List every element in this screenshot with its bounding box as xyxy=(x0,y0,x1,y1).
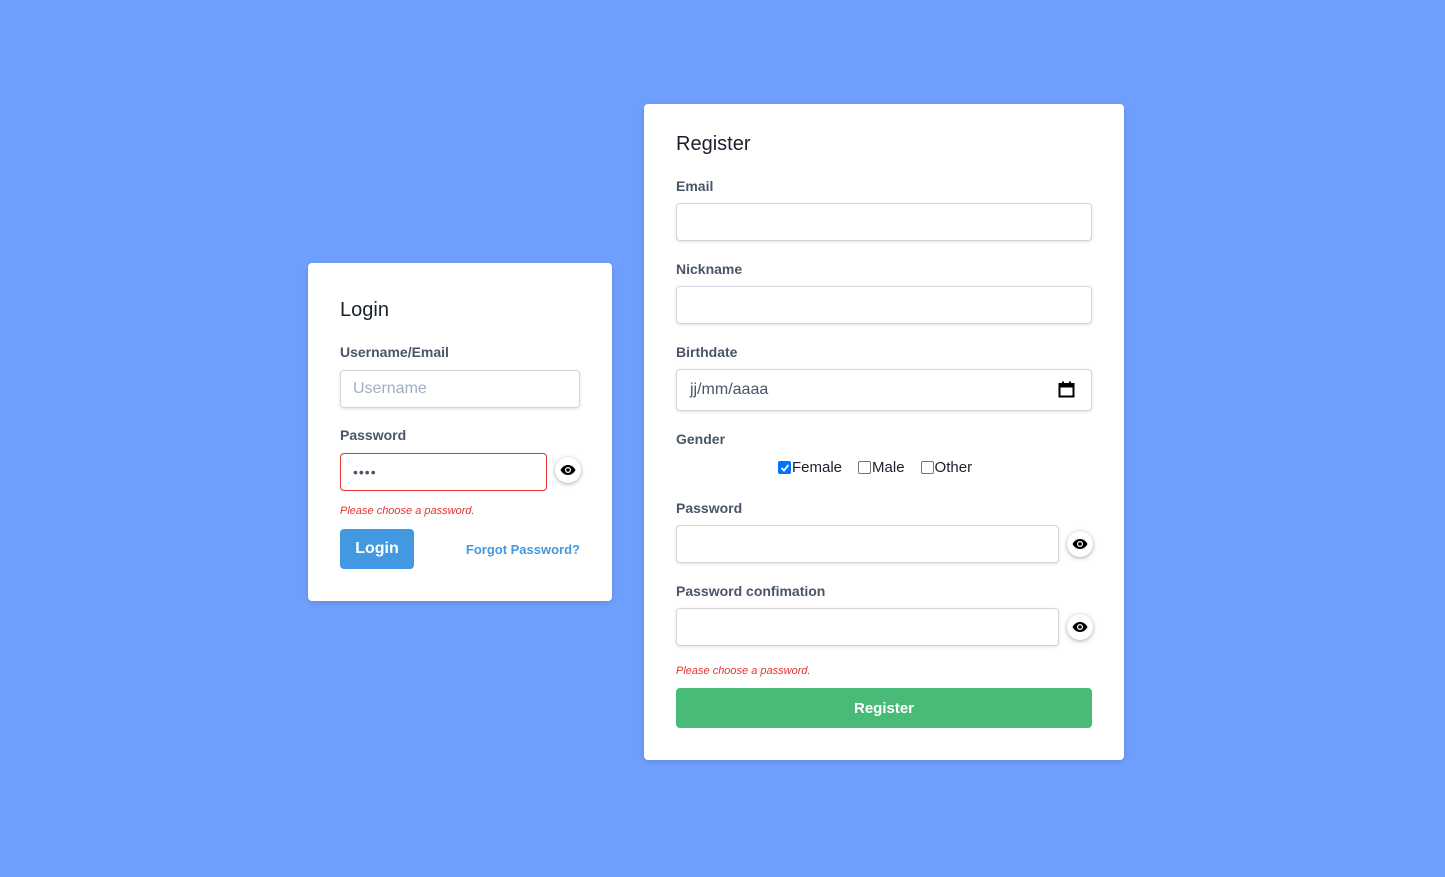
gender-label: Gender xyxy=(676,431,726,447)
birthdate-placeholder: jj/mm/aaaa xyxy=(690,381,769,398)
register-button[interactable]: Register xyxy=(676,688,1092,728)
username-label: Username/Email xyxy=(340,344,449,360)
password-confirmation-input[interactable] xyxy=(676,608,1059,646)
gender-option-female[interactable]: Female xyxy=(778,459,842,476)
nickname-input[interactable] xyxy=(676,286,1092,324)
password-label: Password xyxy=(340,427,407,443)
toggle-password-visibility-button[interactable] xyxy=(1067,531,1093,557)
checkbox-checked-icon[interactable] xyxy=(778,461,791,474)
gender-option-label: Other xyxy=(934,459,973,476)
login-button[interactable]: Login xyxy=(340,529,414,569)
gender-options: Female Male Other xyxy=(778,459,988,476)
birthdate-input[interactable]: jj/mm/aaaa xyxy=(676,369,1092,411)
nickname-label: Nickname xyxy=(676,261,743,277)
register-password-input[interactable] xyxy=(676,525,1059,563)
username-input[interactable] xyxy=(340,370,580,408)
toggle-password-visibility-button[interactable] xyxy=(555,457,581,483)
gender-option-male[interactable]: Male xyxy=(858,459,905,476)
eye-icon xyxy=(560,465,576,475)
gender-option-label: Male xyxy=(872,459,905,476)
login-password-error: Please choose a password. xyxy=(340,505,475,517)
eye-icon xyxy=(1072,622,1088,632)
calendar-icon[interactable] xyxy=(1058,381,1075,398)
gender-option-label: Female xyxy=(792,459,843,476)
password-confirmation-label: Password confimation xyxy=(676,583,826,599)
email-label: Email xyxy=(676,178,714,194)
checkbox-icon[interactable] xyxy=(920,461,934,474)
register-card: Register Email Nickname Birthdate jj/mm/… xyxy=(644,104,1124,760)
register-password-error: Please choose a password. xyxy=(676,665,811,677)
birthdate-label: Birthdate xyxy=(676,344,738,360)
register-password-label: Password xyxy=(676,500,743,516)
login-title: Login xyxy=(340,299,389,321)
forgot-password-link[interactable]: Forgot Password? xyxy=(466,542,580,557)
toggle-password-confirmation-visibility-button[interactable] xyxy=(1067,614,1093,640)
email-input[interactable] xyxy=(676,203,1092,241)
checkbox-icon[interactable] xyxy=(858,461,872,474)
gender-option-other[interactable]: Other xyxy=(920,459,973,476)
login-card: Login Username/Email Password •••• Pleas… xyxy=(308,263,612,601)
register-title: Register xyxy=(676,133,751,155)
password-input[interactable]: •••• xyxy=(340,453,547,491)
eye-icon xyxy=(1072,539,1088,549)
